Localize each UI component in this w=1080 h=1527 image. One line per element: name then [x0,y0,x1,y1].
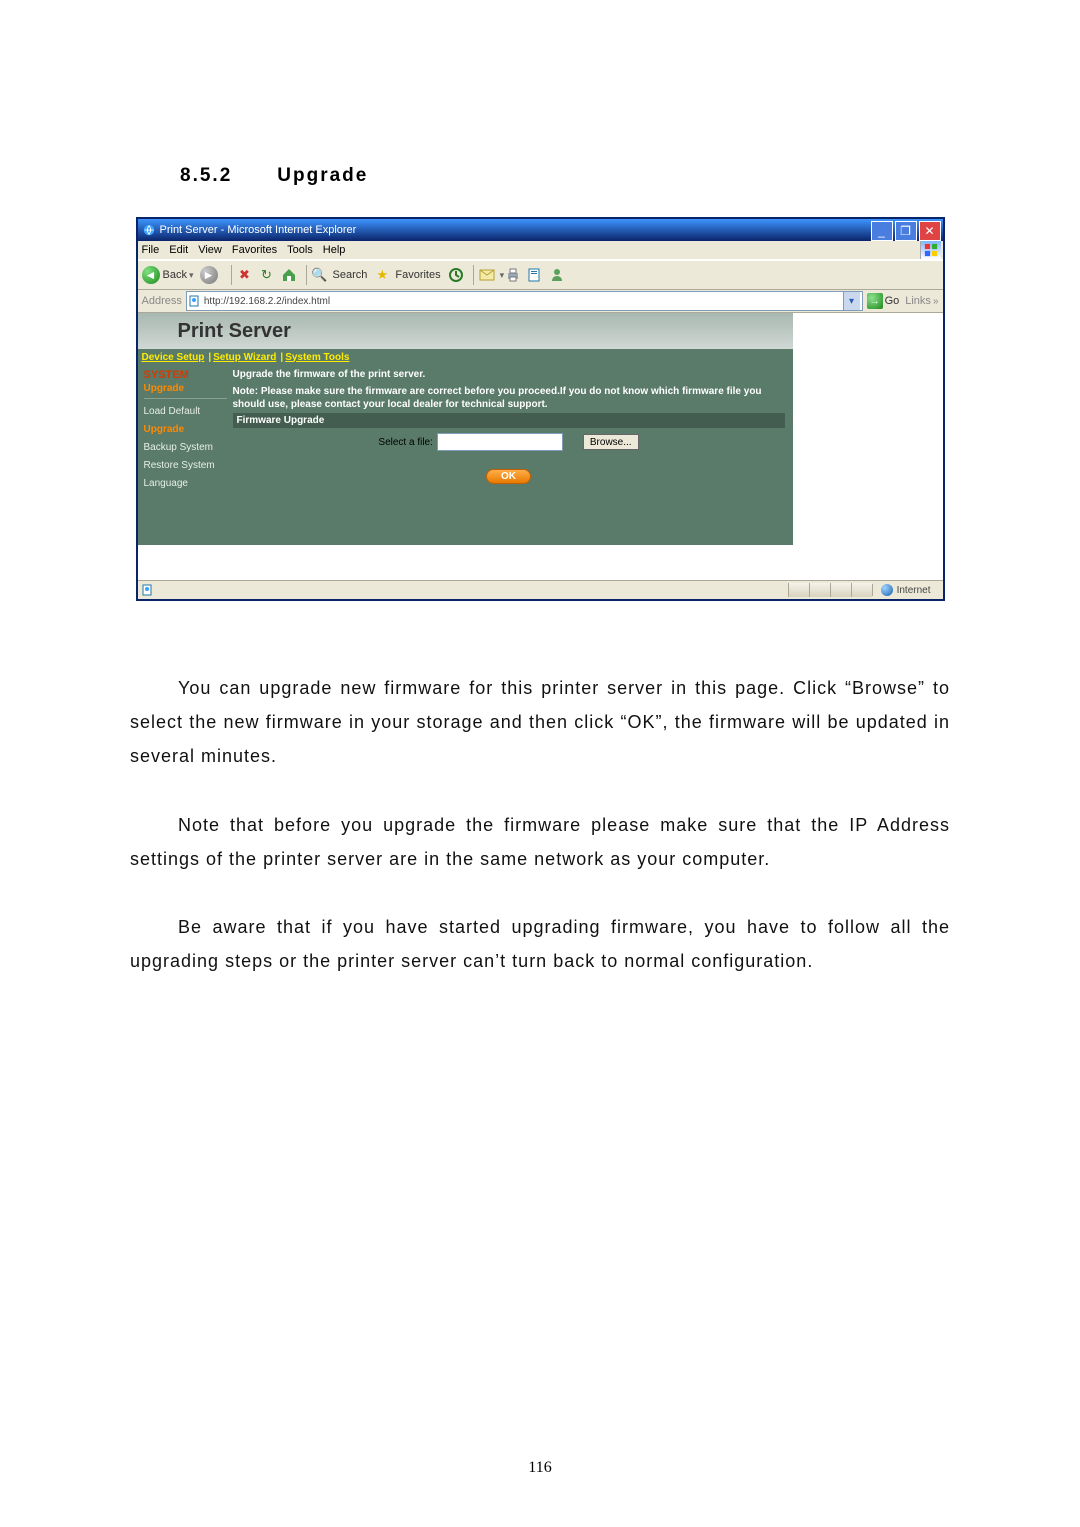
windows-logo-icon [920,241,941,259]
panel-title: Upgrade the firmware of the print server… [233,369,785,380]
back-button[interactable]: ◄Back▾ [142,266,194,284]
search-button[interactable]: 🔍Search [311,266,368,284]
stop-icon[interactable]: ✖ [236,266,254,284]
menu-help[interactable]: Help [323,244,346,256]
ie-icon [142,223,156,237]
minimize-button[interactable]: _ [871,221,893,241]
section-heading: 8.5.2 Upgrade [130,165,950,187]
sidebar-item-load-default[interactable]: Load Default [144,406,227,417]
screenshot: Print Server - Microsoft Internet Explor… [136,217,945,601]
globe-icon [881,584,893,596]
maximize-button[interactable]: ❐ [895,221,917,241]
nav-system-tools[interactable]: System Tools [285,352,349,363]
sidebar-heading: SYSTEM [144,369,227,381]
forward-button[interactable]: ► [200,266,221,284]
close-button[interactable]: ✕ [919,221,941,241]
section-title: Upgrade [277,165,368,186]
sidebar-subheading: Upgrade [144,383,227,399]
url-text: http://192.168.2.2/index.html [204,296,330,307]
menu-tools[interactable]: Tools [287,244,313,256]
url-input[interactable]: http://192.168.2.2/index.html ▾ [186,291,863,311]
file-label: Select a file: [378,437,432,448]
sidebar-item-backup-system[interactable]: Backup System [144,442,227,453]
paragraph-1: You can upgrade new firmware for this pr… [130,671,950,774]
address-label: Address [142,295,182,307]
favorites-button[interactable]: ★Favorites [373,266,440,284]
search-icon: 🔍 [311,266,329,284]
menu-edit[interactable]: Edit [169,244,188,256]
file-row: Select a file: Browse... [233,430,785,457]
browse-button[interactable]: Browse... [583,434,639,450]
edit-icon[interactable] [526,266,544,284]
sidebar: SYSTEM Upgrade Load Default Upgrade Back… [138,365,233,545]
nav-device-setup[interactable]: Device Setup [142,352,205,363]
menubar: File Edit View Favorites Tools Help [138,241,943,260]
ok-button[interactable]: OK [486,469,531,484]
sidebar-item-language[interactable]: Language [144,478,227,489]
history-icon[interactable] [447,266,465,284]
star-icon: ★ [373,266,391,284]
app-title: Print Server [178,320,291,343]
titlebar: Print Server - Microsoft Internet Explor… [138,219,943,241]
menu-favorites[interactable]: Favorites [232,244,277,256]
mail-icon[interactable] [478,266,496,284]
security-zone: Internet [872,584,939,596]
menu-view[interactable]: View [198,244,222,256]
sidebar-item-restore-system[interactable]: Restore System [144,460,227,471]
paragraph-2: Note that before you upgrade the firmwar… [130,808,950,876]
file-input[interactable] [437,433,563,451]
main-panel: Upgrade the firmware of the print server… [233,365,793,545]
status-bar: Internet [138,580,943,599]
paragraph-3: Be aware that if you have started upgrad… [130,910,950,978]
page-icon [189,295,201,307]
toolbar: ◄Back▾ ► ✖ ↻ 🔍Search ★Favorites ▾ [138,260,943,290]
messenger-icon[interactable] [548,266,566,284]
firmware-upgrade-header: Firmware Upgrade [233,413,785,428]
links-label[interactable]: Links [905,295,931,307]
go-button[interactable]: →Go [867,293,900,309]
app-banner: Print Server [138,313,793,349]
zone-label: Internet [897,585,931,596]
sidebar-item-upgrade[interactable]: Upgrade [144,424,227,435]
print-icon[interactable] [504,266,522,284]
menu-file[interactable]: File [142,244,160,256]
links-chevron-icon[interactable]: » [933,296,939,307]
address-bar: Address http://192.168.2.2/index.html ▾ … [138,290,943,313]
refresh-icon[interactable]: ↻ [258,266,276,284]
top-nav: Device Setup| Setup Wizard| System Tools [138,349,793,365]
window-title: Print Server - Microsoft Internet Explor… [160,224,357,236]
nav-setup-wizard[interactable]: Setup Wizard [213,352,276,363]
section-number: 8.5.2 [180,165,270,187]
url-dropdown-icon[interactable]: ▾ [843,292,860,310]
page-number: 116 [0,1459,1080,1477]
go-icon: → [867,293,883,309]
panel-note: Note: Please make sure the firmware are … [233,386,785,411]
home-icon[interactable] [280,266,298,284]
status-page-icon [142,584,154,596]
